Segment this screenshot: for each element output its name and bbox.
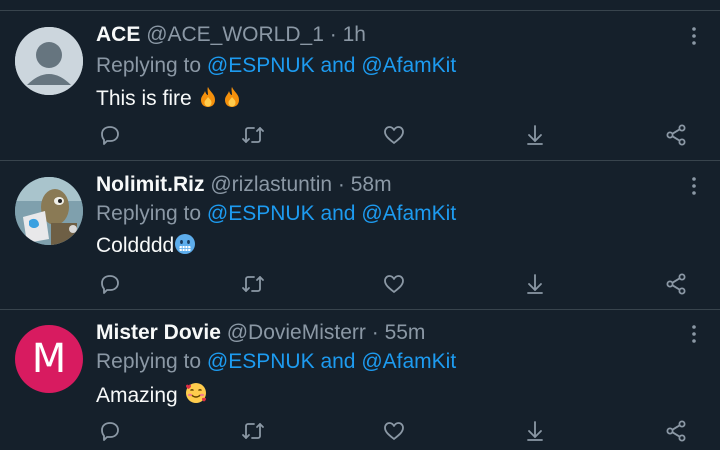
mention-link[interactable]: @ESPNUK	[207, 54, 315, 77]
replying-to-label: Replying to	[96, 202, 202, 225]
user-handle[interactable]: @rizlastuntin	[210, 173, 332, 196]
share-icon[interactable]	[664, 272, 688, 296]
reply-tweet[interactable]: Nolimit.Riz @rizlastuntin · 58m Replying…	[0, 161, 720, 310]
reply-icon[interactable]	[98, 419, 122, 443]
like-icon[interactable]	[382, 272, 406, 296]
cold-face-emoji-icon	[175, 234, 196, 254]
reply-icon[interactable]	[98, 123, 122, 147]
retweet-icon[interactable]	[241, 272, 265, 296]
fire-emoji-icon	[224, 87, 239, 107]
avatar[interactable]	[15, 177, 83, 245]
replying-to: Replying to @ESPNUK and @AfamKit	[96, 53, 456, 79]
mention-link[interactable]: @ESPNUK	[207, 350, 315, 373]
like-icon[interactable]	[382, 419, 406, 443]
mention-link[interactable]: @ESPNUK	[207, 202, 315, 225]
display-name[interactable]: Nolimit.Riz	[96, 173, 205, 196]
tweet-header: Nolimit.Riz @rizlastuntin · 58m	[96, 172, 392, 198]
replying-to-label: Replying to	[96, 54, 202, 77]
download-icon[interactable]	[523, 123, 547, 147]
separator-dot: ·	[329, 23, 337, 46]
more-options-icon[interactable]	[686, 176, 702, 196]
reply-icon[interactable]	[98, 272, 122, 296]
display-name[interactable]: Mister Dovie	[96, 321, 221, 344]
reply-tweet[interactable]: ACE @ACE_WORLD_1 · 1h Replying to @ESPNU…	[0, 11, 720, 161]
replying-to-label: Replying to	[96, 350, 202, 373]
mention-link[interactable]: @AfamKit	[361, 350, 456, 373]
cartoon-avatar-icon	[15, 177, 83, 245]
replying-to: Replying to @ESPNUK and @AfamKit	[96, 349, 456, 375]
user-handle[interactable]: @DovieMisterr	[227, 321, 366, 344]
mention-and[interactable]: and	[320, 202, 355, 225]
mention-link[interactable]: @AfamKit	[361, 54, 456, 77]
mention-and[interactable]: and	[320, 350, 355, 373]
separator-dot: ·	[337, 173, 345, 196]
tweet-header: Mister Dovie @DovieMisterr · 55m	[96, 320, 425, 346]
replying-to: Replying to @ESPNUK and @AfamKit	[96, 201, 456, 227]
timestamp[interactable]: 1h	[343, 23, 366, 46]
tweet-header: ACE @ACE_WORLD_1 · 1h	[96, 22, 366, 48]
mention-link[interactable]: @AfamKit	[361, 202, 456, 225]
user-handle[interactable]: @ACE_WORLD_1	[146, 23, 324, 46]
more-options-icon[interactable]	[686, 324, 702, 344]
timestamp[interactable]: 55m	[385, 321, 426, 344]
mention-and[interactable]: and	[320, 54, 355, 77]
retweet-icon[interactable]	[241, 419, 265, 443]
avatar-letter: M	[31, 336, 67, 382]
default-avatar-icon	[15, 27, 83, 95]
fire-emoji-icon	[200, 87, 215, 107]
tweet-text-content: This is fire	[96, 87, 192, 110]
avatar[interactable]	[15, 27, 83, 95]
tweet-text-content: Amazing	[96, 384, 178, 407]
retweet-icon[interactable]	[241, 123, 265, 147]
download-icon[interactable]	[523, 419, 547, 443]
reply-tweet[interactable]: M Mister Dovie @DovieMisterr · 55m Reply…	[0, 310, 720, 450]
smiling-face-with-hearts-emoji-icon	[185, 383, 206, 403]
more-options-icon[interactable]	[686, 26, 702, 46]
share-icon[interactable]	[664, 123, 688, 147]
tweet-text: Amazing	[96, 381, 208, 409]
tweet-text-content: Coldddd	[96, 234, 175, 257]
download-icon[interactable]	[523, 272, 547, 296]
timestamp[interactable]: 58m	[351, 173, 392, 196]
separator-dot: ·	[371, 321, 379, 344]
share-icon[interactable]	[664, 419, 688, 443]
like-icon[interactable]	[382, 123, 406, 147]
tweet-text: Coldddd	[96, 233, 196, 259]
tweet-text: This is fire	[96, 86, 242, 112]
avatar[interactable]: M	[15, 325, 83, 393]
display-name[interactable]: ACE	[96, 23, 140, 46]
